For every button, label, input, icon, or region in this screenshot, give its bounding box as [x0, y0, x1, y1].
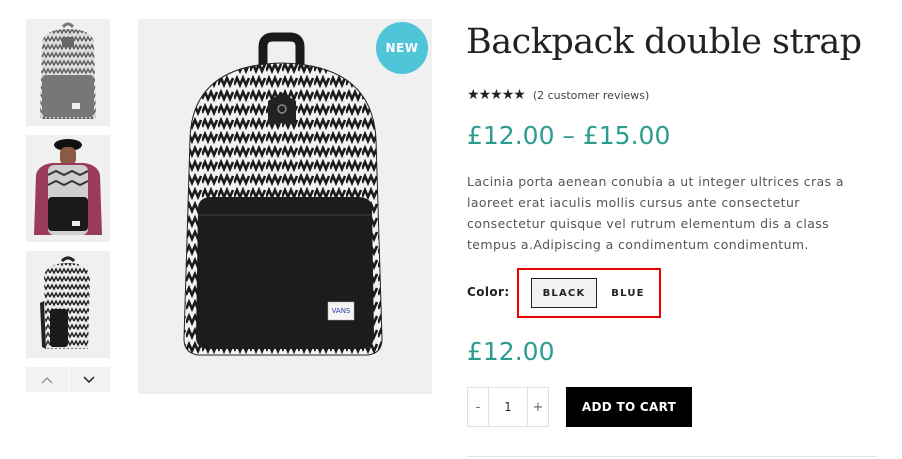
star-icon: ★	[490, 87, 503, 103]
color-label: Color:	[467, 285, 510, 299]
star-rating: ★ ★ ★ ★ ★	[467, 87, 526, 103]
product-description: Lacinia porta aenean conubia a ut intege…	[467, 174, 844, 252]
thumbnail-backpack-front[interactable]	[26, 19, 110, 126]
reviews-link[interactable]: (2 customer reviews)	[533, 89, 649, 102]
thumbnail-list	[26, 19, 110, 367]
thumbnail-backpack-side[interactable]	[26, 251, 110, 358]
quantity-input[interactable]	[488, 388, 528, 426]
star-icon: ★	[478, 87, 492, 103]
quantity-increase-button[interactable]: +	[528, 388, 548, 426]
main-product-image[interactable]: VANS	[138, 19, 432, 394]
product-title: Backpack double strap	[466, 22, 862, 62]
star-icon: ★	[467, 87, 480, 103]
color-option-blue[interactable]: BLUE	[603, 278, 653, 308]
svg-text:VANS: VANS	[332, 307, 351, 315]
product-rating: ★ ★ ★ ★ ★ (2 customer reviews)	[467, 87, 649, 103]
quantity-decrease-button[interactable]: -	[468, 388, 488, 426]
thumbnail-nav	[26, 367, 110, 392]
thumbnail-up-button[interactable]	[26, 367, 68, 392]
chevron-down-icon	[83, 375, 95, 383]
new-badge: NEW	[376, 22, 428, 74]
star-icon: ★	[501, 87, 515, 103]
star-icon: ★	[513, 87, 526, 103]
selected-price: £12.00	[467, 337, 555, 366]
divider	[467, 456, 877, 457]
color-swatches-highlight: BLACK BLUE	[517, 268, 661, 318]
color-option-black[interactable]: BLACK	[531, 278, 597, 308]
price-range: £12.00 – £15.00	[467, 121, 671, 150]
thumbnail-backpack-worn[interactable]	[26, 135, 110, 242]
add-to-cart-button[interactable]: ADD TO CART	[566, 387, 692, 427]
thumbnail-down-button[interactable]	[68, 367, 110, 392]
quantity-stepper: - +	[467, 387, 549, 427]
color-selector: Color: BLACK BLUE	[467, 268, 661, 318]
chevron-up-icon	[41, 376, 53, 384]
